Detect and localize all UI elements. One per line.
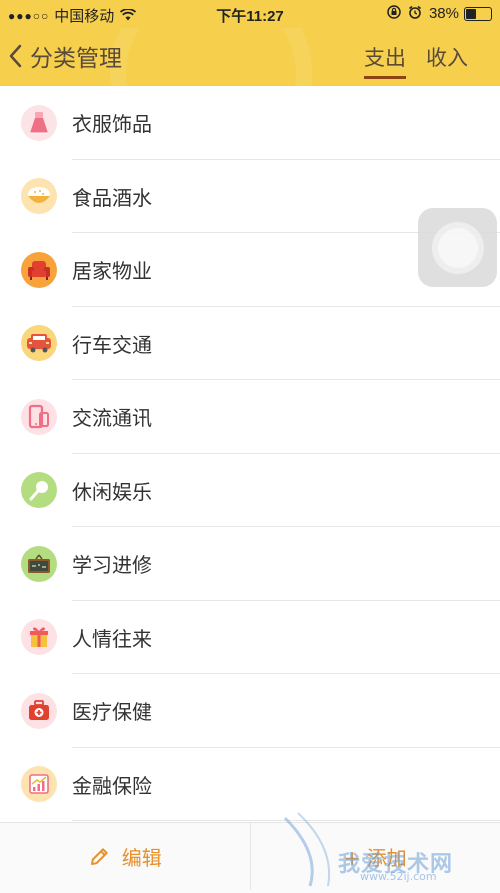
assistive-touch-core	[438, 228, 478, 268]
edit-button[interactable]: 编辑	[0, 823, 250, 890]
phone-icon	[27, 404, 51, 430]
status-bar: ●●●○○ 中国移动 下午11:27 38%	[0, 0, 500, 28]
category-label: 交流通讯	[72, 402, 152, 431]
chalkboard-icon	[26, 553, 52, 575]
category-icon-bg	[21, 105, 57, 141]
category-icon-bg	[21, 325, 57, 361]
add-label: + 添加	[344, 842, 407, 871]
category-label: 食品酒水	[72, 182, 152, 211]
pencil-icon	[88, 846, 110, 868]
edit-label: 编辑	[122, 842, 162, 871]
category-label: 人情往来	[72, 623, 152, 652]
medical-kit-icon	[27, 700, 51, 722]
category-item-finance[interactable]: 金融保险	[0, 748, 500, 822]
battery-fill	[466, 9, 476, 19]
category-label: 居家物业	[72, 255, 152, 284]
assistive-touch-ring	[432, 222, 484, 274]
car-icon	[25, 332, 53, 354]
category-item-medical[interactable]: 医疗保健	[0, 674, 500, 748]
category-item-transport[interactable]: 行车交通	[0, 307, 500, 381]
category-icon-bg	[21, 252, 57, 288]
category-label: 学习进修	[72, 549, 152, 578]
add-button[interactable]: + 添加	[250, 823, 500, 890]
chevron-left-icon	[8, 44, 22, 68]
category-item-clothing[interactable]: 衣服饰品	[0, 86, 500, 160]
category-icon-bg	[21, 693, 57, 729]
category-item-entertainment[interactable]: 休闲娱乐	[0, 454, 500, 528]
category-icon-bg	[21, 546, 57, 582]
category-icon-bg	[21, 178, 57, 214]
header-decoration	[110, 28, 312, 86]
tab-expense[interactable]: 支出	[364, 42, 406, 79]
category-label: 衣服饰品	[72, 108, 152, 137]
category-icon-bg	[21, 472, 57, 508]
battery-icon	[464, 7, 492, 21]
category-icon-bg	[21, 766, 57, 802]
page-title: 分类管理	[30, 39, 122, 73]
category-label: 医疗保健	[72, 696, 152, 725]
alarm-icon	[408, 5, 422, 22]
category-icon-bg	[21, 619, 57, 655]
bottom-bar: 编辑 + 添加	[0, 822, 500, 890]
microphone-icon	[27, 478, 51, 502]
nav-bar: 分类管理 支出 收入	[0, 28, 500, 86]
category-icon-bg	[21, 399, 57, 435]
armchair-icon	[26, 258, 52, 282]
category-label: 休闲娱乐	[72, 476, 152, 505]
status-right: 38%	[387, 5, 492, 22]
chart-icon	[27, 772, 51, 796]
back-button[interactable]: 分类管理	[8, 38, 122, 74]
dress-icon	[28, 111, 50, 135]
category-item-gifts[interactable]: 人情往来	[0, 601, 500, 675]
assistive-touch-button[interactable]	[418, 208, 497, 287]
category-list: 衣服饰品 食品酒水 居家物业 行车交通 交流通讯 休闲娱乐 学习进修	[0, 86, 500, 822]
category-label: 行车交通	[72, 329, 152, 358]
gift-icon	[27, 625, 51, 649]
rotation-lock-icon	[387, 5, 401, 22]
battery-percent: 38%	[429, 5, 459, 22]
category-item-communication[interactable]: 交流通讯	[0, 380, 500, 454]
category-label: 金融保险	[72, 770, 152, 799]
food-bowl-icon	[26, 184, 52, 208]
category-item-study[interactable]: 学习进修	[0, 527, 500, 601]
tab-income[interactable]: 收入	[426, 42, 468, 72]
